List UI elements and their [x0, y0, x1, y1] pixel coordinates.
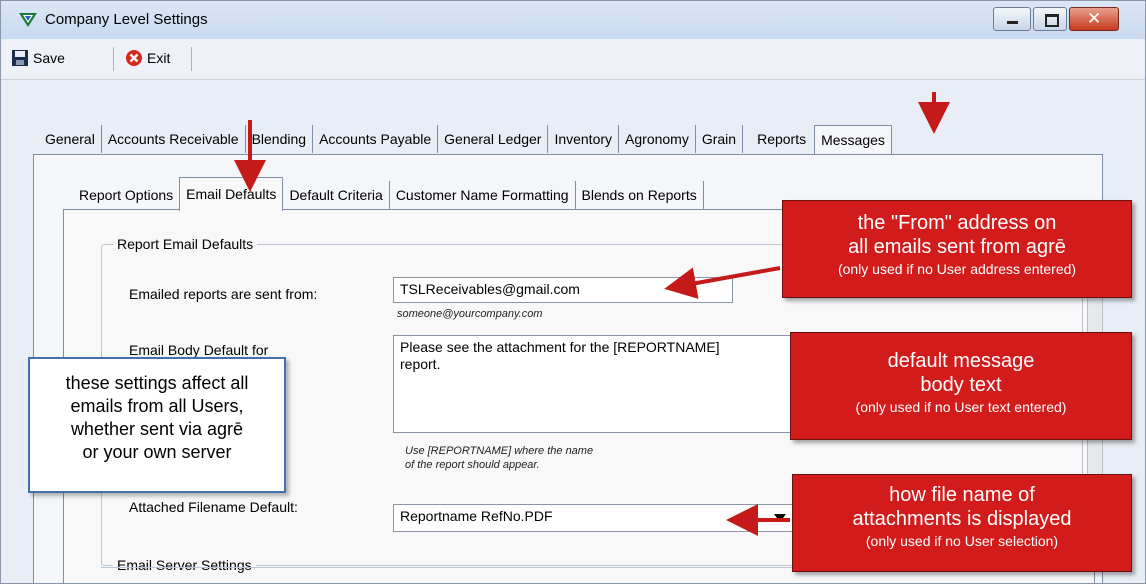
- callout-filename-line2: attachments is displayed: [852, 508, 1072, 530]
- arrow-sent-from: [664, 266, 781, 299]
- callout-body-text: default message body text (only used if …: [790, 332, 1132, 440]
- callout-body-note: (only used if no User text entered): [855, 399, 1067, 415]
- callout-from-line2: all emails sent from agrē: [848, 236, 1066, 258]
- callout-info-line1: these settings affect all: [65, 373, 249, 393]
- callout-info-line2: emails from all Users,: [70, 396, 244, 416]
- callout-info-line4: or your own server: [82, 442, 232, 462]
- callout-info: these settings affect all emails from al…: [28, 357, 286, 493]
- callout-body-line2: body text: [920, 374, 1002, 396]
- callout-from-address: the "From" address on all emails sent fr…: [782, 200, 1132, 298]
- callout-filename: how file name of attachments is displaye…: [792, 474, 1132, 572]
- callout-info-line3: whether sent via agrē: [70, 419, 244, 439]
- callout-filename-line1: how file name of: [889, 484, 1035, 506]
- callout-body-line1: default message: [887, 350, 1035, 372]
- callout-from-line1: the "From" address on: [857, 212, 1057, 234]
- callout-from-note: (only used if no User address entered): [837, 261, 1077, 277]
- callout-filename-note: (only used if no User selection): [865, 533, 1059, 549]
